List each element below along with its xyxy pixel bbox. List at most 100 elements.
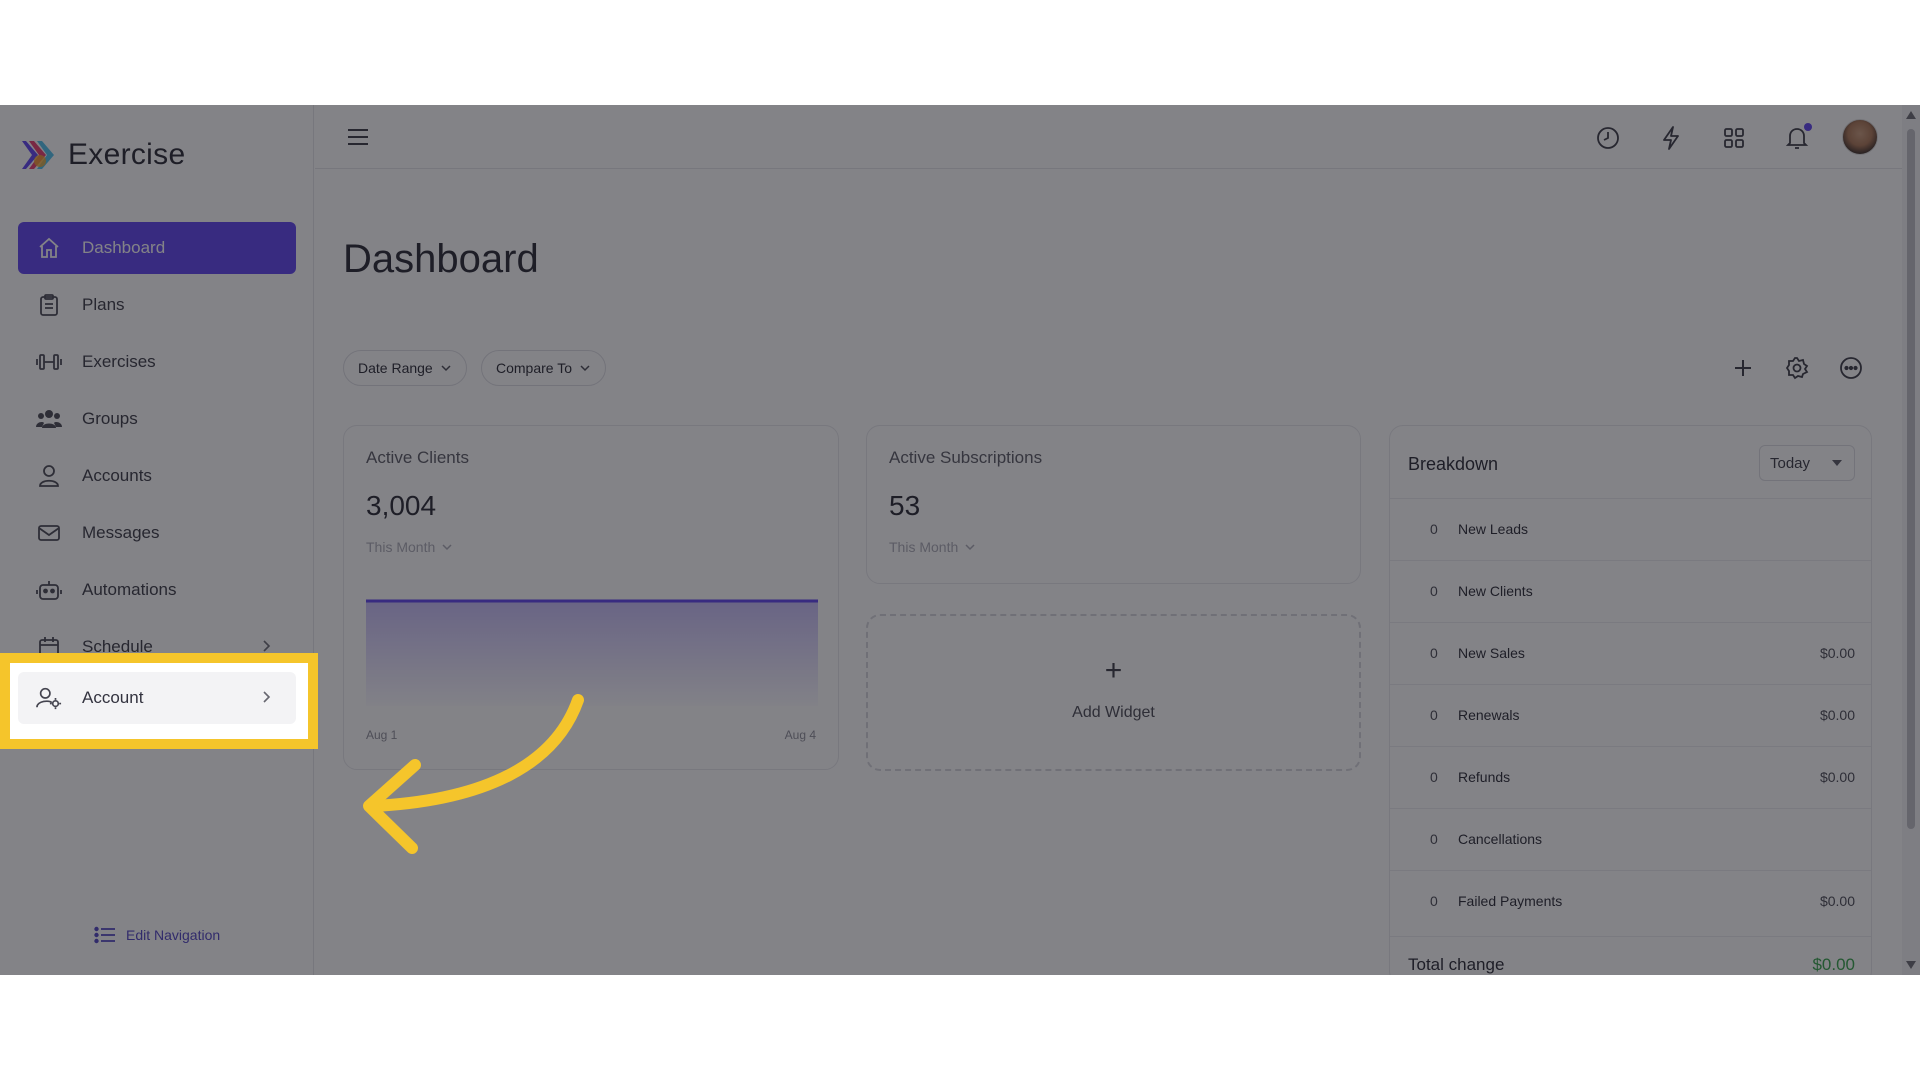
compare-to-dropdown[interactable]: Compare To <box>481 350 607 386</box>
user-gear-icon <box>36 685 62 711</box>
breakdown-row[interactable]: 0 New Sales $0.00 <box>1390 622 1871 684</box>
bolt-icon[interactable] <box>1656 123 1686 153</box>
mail-icon <box>36 520 62 546</box>
row-label: Failed Payments <box>1458 893 1563 909</box>
breakdown-row[interactable]: 0 Failed Payments $0.00 <box>1390 870 1871 932</box>
edit-navigation-link[interactable]: Edit Navigation <box>94 925 220 945</box>
sidebar-item-label: Plans <box>82 295 125 314</box>
sidebar-item-label: Automations <box>82 580 177 599</box>
chevron-right-icon <box>263 691 271 703</box>
breakdown-row[interactable]: 0 Renewals $0.00 <box>1390 684 1871 746</box>
breakdown-panel: Breakdown Today 0 New Leads 0 New Client… <box>1389 425 1872 975</box>
breakdown-title: Breakdown <box>1408 454 1499 474</box>
sidebar-item-plans[interactable]: Plans <box>18 279 296 331</box>
chevron-down-icon <box>441 365 451 372</box>
card-title: Active Clients <box>366 448 469 467</box>
row-label: New Leads <box>1458 521 1529 537</box>
sidebar-item-label: Dashboard <box>82 238 166 257</box>
total-value: $0.00 <box>1812 955 1855 974</box>
total-label: Total change <box>1408 955 1505 974</box>
brand[interactable]: Exercise <box>20 135 185 175</box>
active-subscriptions-card[interactable]: Active Subscriptions 53 This Month <box>866 425 1361 584</box>
add-widget-button[interactable]: + Add Widget <box>866 614 1361 771</box>
app-window: Exercise Dashboard Plans Exercises Group… <box>0 105 1920 975</box>
sidebar-item-messages[interactable]: Messages <box>18 507 296 559</box>
chevron-right-icon <box>263 640 271 652</box>
scroll-down-arrow[interactable] <box>1906 961 1916 969</box>
breakdown-row[interactable]: 0 Refunds $0.00 <box>1390 746 1871 808</box>
bell-icon[interactable] <box>1782 123 1812 153</box>
chevron-down-icon <box>580 365 590 372</box>
scroll-thumb[interactable] <box>1907 129 1915 829</box>
sidebar-item-label: Exercises <box>82 352 156 371</box>
scrollbar[interactable] <box>1902 105 1920 975</box>
users-icon <box>36 406 62 432</box>
card-value: 3,004 <box>366 490 437 521</box>
sidebar-item-groups[interactable]: Groups <box>18 393 296 445</box>
clipboard-icon <box>36 292 62 318</box>
edit-navigation-label: Edit Navigation <box>126 927 221 943</box>
page-title: Dashboard <box>343 237 539 281</box>
row-count: 0 <box>1430 521 1438 537</box>
card-value: 53 <box>889 490 921 521</box>
breakdown-period-select[interactable]: Today <box>1759 445 1855 481</box>
chevron-down-icon <box>965 544 975 551</box>
row-label: New Clients <box>1458 583 1533 599</box>
row-label: Renewals <box>1458 707 1520 723</box>
avatar[interactable] <box>1842 119 1878 155</box>
row-label: Refunds <box>1458 769 1511 785</box>
chevron-down-icon <box>442 544 452 551</box>
scroll-up-arrow[interactable] <box>1906 111 1916 119</box>
row-label: New Sales <box>1458 645 1525 661</box>
row-amount: $0.00 <box>1819 893 1855 909</box>
tutorial-highlight-frame: Account <box>0 653 318 749</box>
card-title: Active Subscriptions <box>889 448 1043 467</box>
x-axis-end-label: Aug 4 <box>784 728 816 742</box>
breakdown-total: Total change $0.00 <box>1390 936 1871 975</box>
sidebar-item-accounts[interactable]: Accounts <box>18 450 296 502</box>
add-widget-label: Add Widget <box>1072 704 1155 721</box>
breakdown-row[interactable]: 0 Cancellations <box>1390 808 1871 870</box>
dumbbell-icon <box>36 349 62 375</box>
row-count: 0 <box>1430 707 1438 723</box>
topbar <box>315 105 1902 169</box>
row-count: 0 <box>1430 645 1438 661</box>
app-name: Exercise <box>68 138 186 171</box>
tutorial-arrow-icon <box>363 694 584 854</box>
sidebar-item-automations[interactable]: Automations <box>18 564 296 616</box>
sidebar-item-exercises[interactable]: Exercises <box>18 336 296 388</box>
grid-icon[interactable] <box>1719 123 1749 153</box>
more-icon[interactable] <box>1838 355 1864 381</box>
compare-to-label: Compare To <box>496 360 573 376</box>
breakdown-period-label: Today <box>1770 454 1811 472</box>
list-icon <box>94 926 115 944</box>
row-count: 0 <box>1430 893 1438 909</box>
sidebar-nav: Dashboard Plans Exercises Groups Account… <box>18 222 296 678</box>
period-label: This Month <box>366 539 436 555</box>
sidebar-item-label: Accounts <box>82 466 152 485</box>
row-amount: $0.00 <box>1819 645 1855 661</box>
sidebar-item-label: Account <box>82 688 144 707</box>
clock-icon[interactable] <box>1593 123 1623 153</box>
period-label: This Month <box>889 539 959 555</box>
date-range-dropdown[interactable]: Date Range <box>343 350 467 386</box>
plus-icon: + <box>1104 654 1123 687</box>
sidebar-item-dashboard[interactable]: Dashboard <box>18 222 296 274</box>
row-count: 0 <box>1430 583 1438 599</box>
sidebar-item-label: Groups <box>82 409 138 428</box>
user-icon <box>36 463 62 489</box>
robot-icon <box>36 577 62 603</box>
add-icon[interactable] <box>1730 355 1756 381</box>
breakdown-row[interactable]: 0 New Clients <box>1390 560 1871 622</box>
gear-icon[interactable] <box>1784 355 1810 381</box>
period-dropdown[interactable]: This Month <box>366 539 453 555</box>
breakdown-row[interactable]: 0 New Leads <box>1390 498 1871 560</box>
sidebar-item-label: Messages <box>82 523 160 542</box>
menu-icon[interactable] <box>345 125 371 149</box>
sidebar-item-account[interactable]: Account <box>18 672 296 724</box>
period-dropdown[interactable]: This Month <box>889 539 976 555</box>
highlight-inner: Account <box>10 663 308 739</box>
row-count: 0 <box>1430 769 1438 785</box>
sidebar: Exercise Dashboard Plans Exercises Group… <box>0 105 314 975</box>
date-range-label: Date Range <box>358 360 433 376</box>
